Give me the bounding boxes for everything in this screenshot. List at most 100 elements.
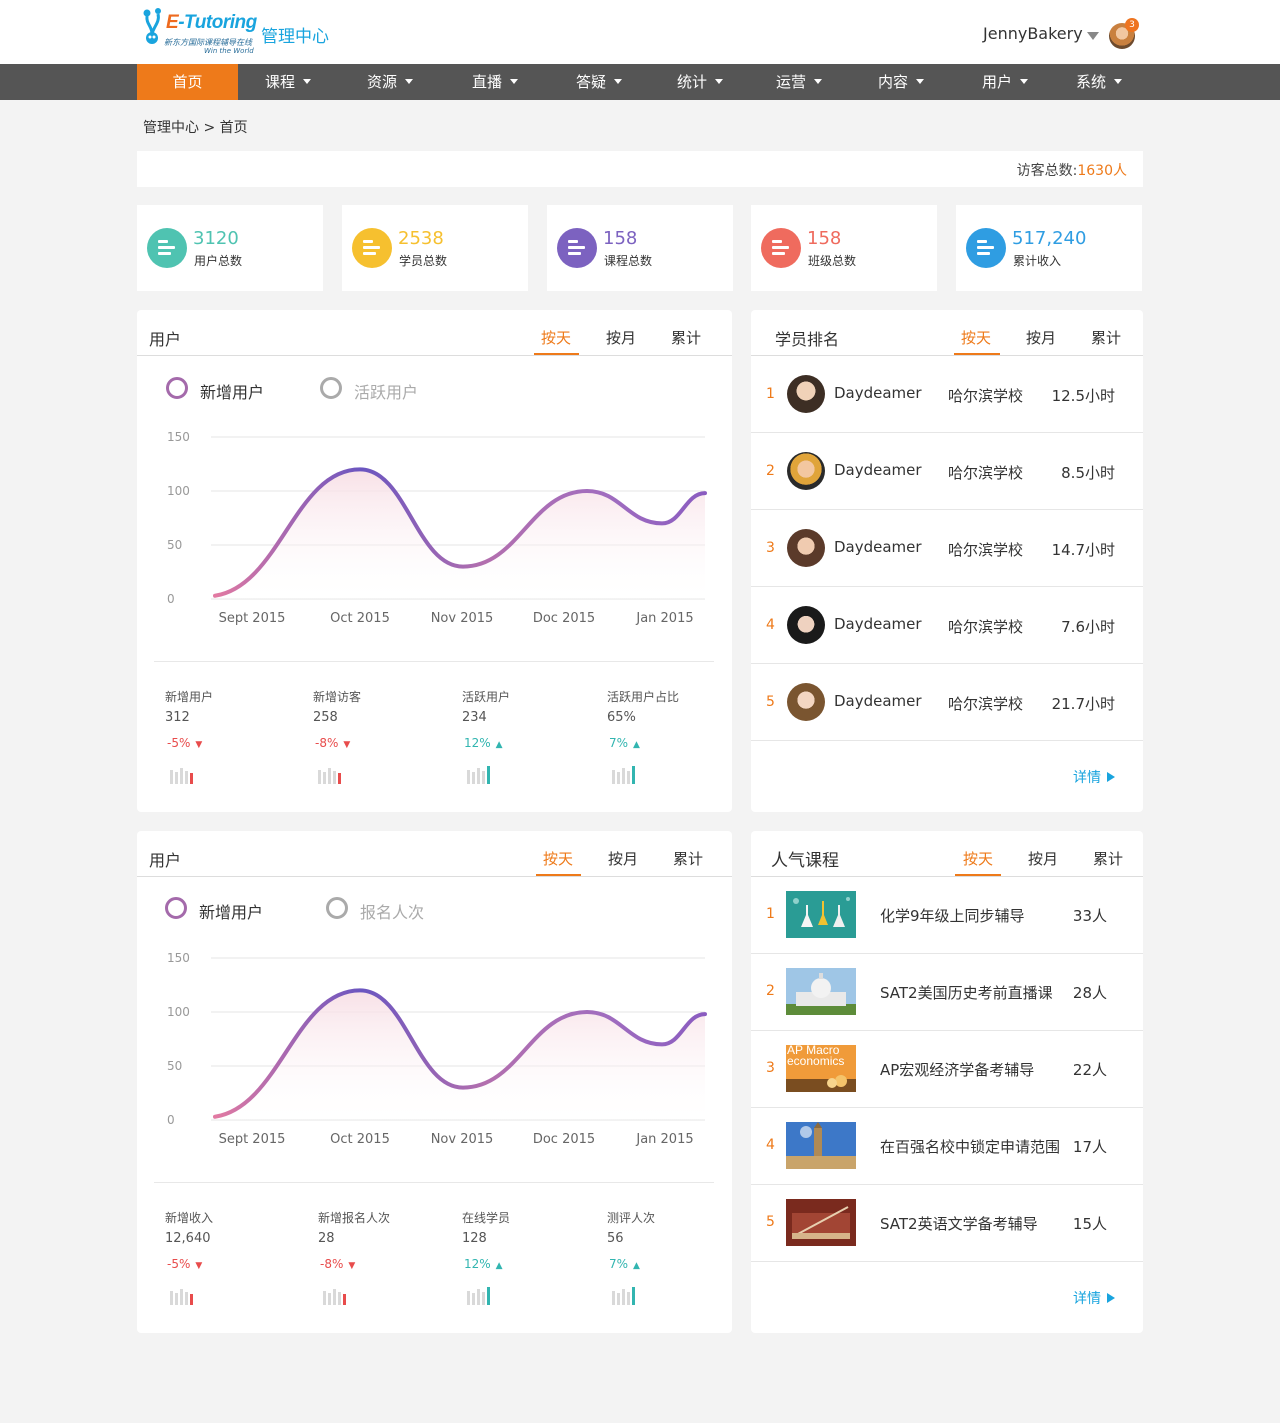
study-hours: 8.5小时 (1061, 464, 1115, 482)
play-arrow-icon (1107, 772, 1115, 782)
arrow-up-icon: ▲ (633, 740, 640, 750)
list-item[interactable]: 4 在百强名校中锁定申请范围 17人 (751, 1108, 1143, 1185)
stat-card[interactable]: 158 课程总数 (547, 205, 733, 291)
metric-label: 新增访客 (313, 690, 362, 704)
tab-cumulative[interactable]: 累计 (1091, 327, 1121, 348)
metric-label: 在线学员 (462, 1211, 511, 1225)
visitor-label: 访客总数: (1016, 163, 1078, 179)
logo[interactable]: E-Tutoring 新东方国际课程辅导在线 Win the World 管理中… (138, 6, 338, 56)
list-item[interactable]: 3 AP Macro economics AP宏观经济学备考辅导 22人 (751, 1031, 1143, 1108)
metric-value: 28 (318, 1231, 335, 1246)
course-thumbnail (786, 968, 856, 1015)
nav-item-live[interactable]: 直播 (445, 64, 545, 100)
tab-cumulative[interactable]: 累计 (1093, 848, 1123, 869)
tab-monthly[interactable]: 按月 (1026, 327, 1056, 348)
course-title: SAT2英语文学备考辅导 (880, 1215, 1038, 1233)
stats-icon (147, 228, 187, 268)
stat-card[interactable]: 517,240 累计收入 (956, 205, 1142, 291)
list-item[interactable]: 5 SAT2英语文学备考辅导 15人 (751, 1185, 1143, 1262)
list-item[interactable]: 4 Daydeamer 哈尔滨学校 7.6小时 (751, 587, 1143, 664)
list-item[interactable]: 2 Daydeamer 哈尔滨学校 8.5小时 (751, 433, 1143, 510)
y-tick-label: 0 (167, 592, 175, 606)
nav-item-content[interactable]: 内容 (851, 64, 951, 100)
sparkline-icon (612, 1287, 642, 1305)
student-name: Daydeamer (834, 692, 922, 710)
metric-value: 258 (313, 710, 338, 725)
stat-card[interactable]: 158 班级总数 (751, 205, 937, 291)
list-item[interactable]: 5 Daydeamer 哈尔滨学校 21.7小时 (751, 664, 1143, 741)
student-name: Daydeamer (834, 384, 922, 402)
nav-item-users[interactable]: 用户 (955, 64, 1055, 100)
user-area-chart: 0 50 100 150 Sept 2015 Oct 2015 Nov 2015 Doc 20… (167, 430, 707, 626)
main-nav: 首页 课程 资源 直播 答疑 统计 运营 内容 用户 系统 (0, 64, 1280, 100)
metric-label: 活跃用户 (462, 690, 511, 704)
list-item[interactable]: 1 Daydeamer 哈尔滨学校 12.5小时 (751, 356, 1143, 433)
course-count: 22人 (1072, 1061, 1107, 1079)
sparkline-icon (467, 766, 497, 784)
tab-daily[interactable]: 按天 (963, 848, 993, 869)
student-school: 哈尔滨学校 (948, 695, 1024, 713)
tab-monthly[interactable]: 按月 (1028, 848, 1058, 869)
panel-title: 人气课程 (771, 851, 839, 871)
list-item[interactable]: 3 Daydeamer 哈尔滨学校 14.7小时 (751, 510, 1143, 587)
y-tick-label: 100 (167, 1005, 190, 1019)
series-area (215, 990, 705, 1120)
arrow-down-icon: ▼ (343, 740, 351, 750)
nav-item-operations[interactable]: 运营 (749, 64, 849, 100)
course-count: 28人 (1072, 984, 1107, 1002)
details-label: 详情 (1073, 770, 1101, 786)
stat-card[interactable]: 2538 学员总数 (342, 205, 528, 291)
dropdown-caret-icon (1020, 79, 1028, 84)
list-item[interactable]: 2 SAT2美国历史考前直播课 28人 (751, 954, 1143, 1031)
tab-daily[interactable]: 按天 (961, 327, 991, 348)
avatar (787, 375, 825, 413)
header: E-Tutoring 新东方国际课程辅导在线 Win the World 管理中… (0, 0, 1280, 64)
nav-item-resources[interactable]: 资源 (340, 64, 440, 100)
stats-icon (557, 228, 597, 268)
x-tick-label: Oct 2015 (330, 1132, 390, 1147)
student-school: 哈尔滨学校 (948, 541, 1024, 559)
courses-details-link[interactable]: 详情 (1073, 1288, 1115, 1308)
course-count: 33人 (1072, 907, 1107, 925)
metric-value: 56 (607, 1231, 624, 1246)
nav-item-courses[interactable]: 课程 (238, 64, 338, 100)
x-tick-label: Doc 2015 (533, 1132, 595, 1147)
metric-change: -5% ▼ (167, 736, 202, 750)
study-hours: 7.6小时 (1061, 618, 1115, 636)
rank-number: 3 (766, 540, 775, 556)
student-school: 哈尔滨学校 (948, 387, 1024, 405)
stat-card[interactable]: 3120 用户总数 (137, 205, 323, 291)
popular-courses-panel: 人气课程 按天 按月 累计 1 化学9年级上同步辅导 33人 2 SAT2美国历史考前直… (751, 831, 1143, 1333)
user-chart-panel: 用户 按天 按月 累计 新增用户 活跃用户 0 50 100 150 Sept 2015… (137, 310, 732, 812)
course-title: 化学9年级上同步辅导 (880, 907, 1025, 925)
metrics-divider (154, 1182, 714, 1183)
study-hours: 14.7小时 (1051, 541, 1115, 559)
metric-change: 7% ▲ (609, 1257, 640, 1271)
nav-item-stats[interactable]: 统计 (650, 64, 750, 100)
nav-item-system[interactable]: 系统 (1049, 64, 1149, 100)
study-hours: 21.7小时 (1051, 695, 1115, 713)
list-item[interactable]: 1 化学9年级上同步辅导 33人 (751, 877, 1143, 954)
metric-label: 新增用户 (165, 690, 214, 704)
metric-change-value: 7% (609, 736, 629, 750)
rank-number: 2 (766, 983, 775, 999)
metric-value: 65% (607, 710, 636, 725)
avatar (787, 452, 825, 490)
chevron-down-icon[interactable] (1087, 32, 1099, 40)
nav-item-qa[interactable]: 答疑 (549, 64, 649, 100)
ranking-details-link[interactable]: 详情 (1073, 767, 1115, 787)
stat-label: 用户总数 (194, 254, 243, 268)
arrow-up-icon: ▲ (495, 740, 503, 750)
stat-label: 累计收入 (1013, 254, 1062, 268)
y-tick-label: 100 (167, 484, 190, 498)
metric-change: 12% ▲ (464, 1257, 503, 1271)
y-tick-label: 50 (167, 1059, 182, 1073)
user-name[interactable]: JennyBakery (983, 24, 1083, 43)
notification-badge[interactable]: 3 (1125, 18, 1139, 32)
brand-center: 管理中心 (261, 27, 329, 47)
thumbnail-caption: AP Macro economics (787, 1045, 845, 1068)
avatar (787, 683, 825, 721)
nav-label: 首页 (172, 73, 203, 91)
stat-value: 517,240 (1012, 228, 1087, 249)
nav-item-home[interactable]: 首页 (137, 64, 238, 100)
